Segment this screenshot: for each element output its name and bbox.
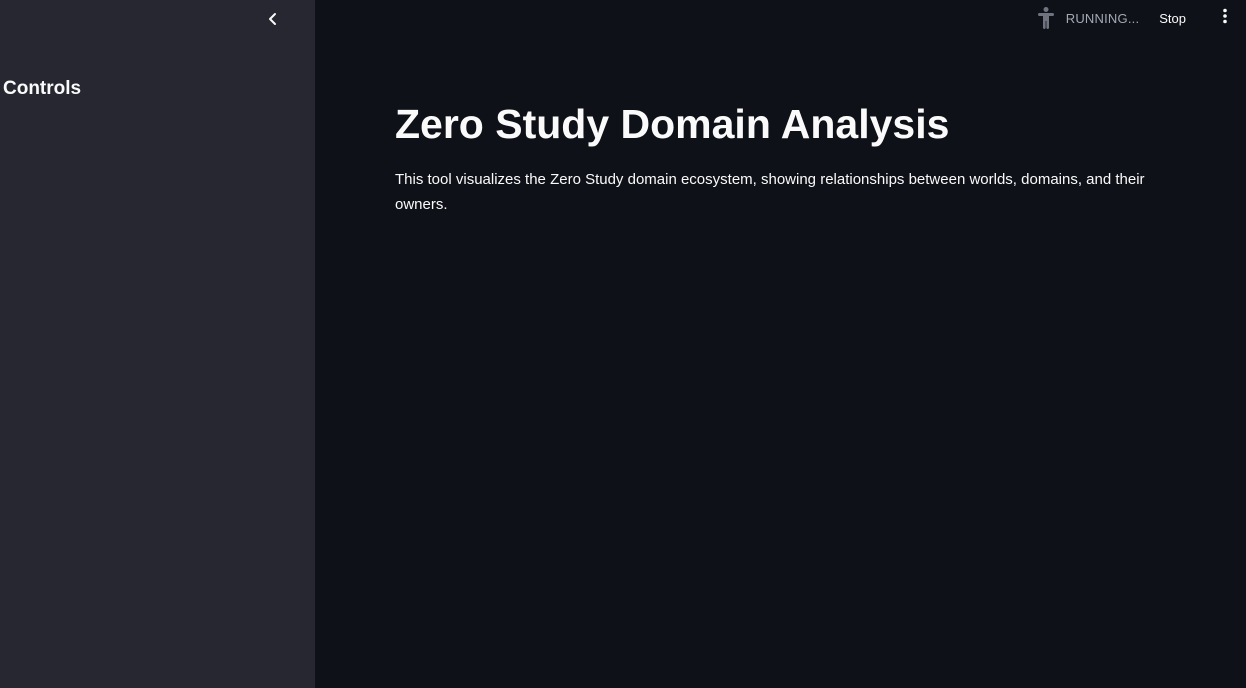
running-status-text: RUNNING... [1065, 10, 1140, 26]
accessibility-person-icon [1035, 5, 1057, 31]
top-toolbar: RUNNING... Stop [1035, 0, 1246, 36]
page-title: Zero Study Domain Analysis [395, 101, 950, 147]
main-content: RUNNING... Stop Zero Study Domain Analys… [315, 0, 1246, 688]
sidebar-title: Controls [3, 78, 82, 99]
vertical-ellipsis-icon [1222, 8, 1228, 29]
app-window: Controls RUNNING... Stop Zero Study Doma… [0, 0, 1246, 688]
running-status: RUNNING... [1035, 5, 1140, 31]
sidebar: Controls [0, 0, 315, 688]
chevron-left-icon [267, 12, 279, 31]
page-description: This tool visualizes the Zero Study doma… [395, 171, 1145, 213]
stop-button[interactable]: Stop [1159, 11, 1186, 26]
main-menu-button[interactable] [1215, 5, 1235, 31]
sidebar-collapse-button[interactable] [262, 10, 284, 32]
